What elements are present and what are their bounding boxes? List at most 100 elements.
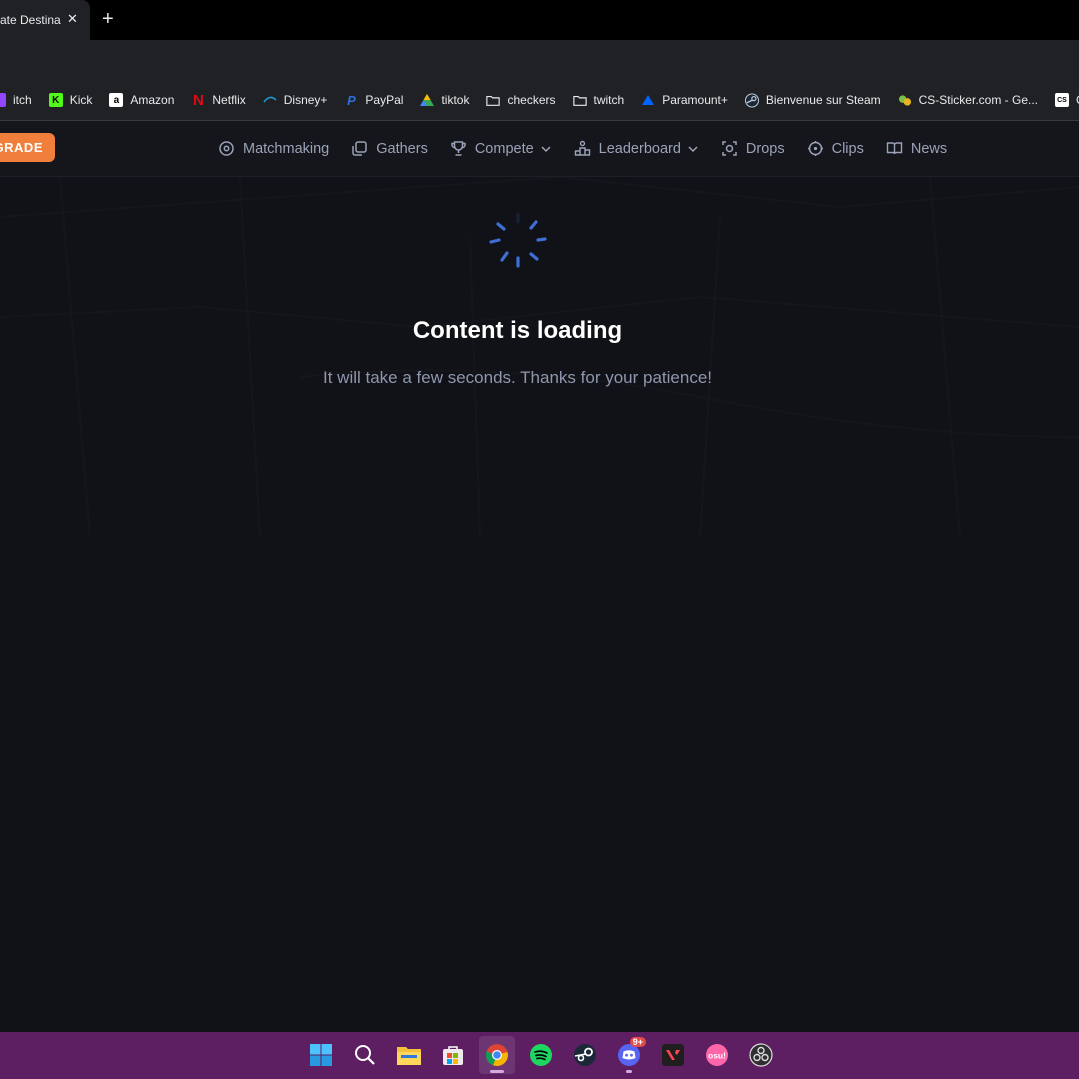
steam-icon [574,1044,596,1066]
nav-label: Matchmaking [243,140,330,157]
nav-label: News [910,140,948,157]
taskbar-steam[interactable] [567,1036,603,1074]
start-button[interactable] [303,1036,339,1074]
nav-clips[interactable]: Clips [807,140,864,157]
start-icon [310,1044,332,1066]
matchmaking-icon [219,141,234,156]
bookmark-twitch[interactable]: itch [0,93,32,107]
bookmark-tiktok[interactable]: tiktok [420,93,469,107]
nav-label: Leaderboard [598,140,681,157]
nav-news[interactable]: News [886,140,947,157]
bookmark-label: CS-Sticker.com - Ge... [918,93,1038,107]
chevron-down-icon [688,145,698,152]
bookmark-label: PayPal [365,93,404,107]
trophy-icon [451,141,466,156]
osu-icon: osu! [706,1044,728,1066]
taskbar-spotify[interactable] [523,1036,559,1074]
steam-icon [744,93,759,107]
main-content: Content is loading It will take a few se… [0,177,1079,1032]
taskbar: 9+ osu! [0,1032,1079,1079]
nav-label: Compete [474,140,534,157]
notification-badge: 9+ [629,1037,646,1047]
chrome-icon [485,1044,508,1067]
drops-icon [722,141,737,156]
cs-icon: CS [1055,93,1069,107]
upgrade-button[interactable]: GRADE [0,133,55,162]
folder-icon [486,93,501,107]
search-icon [355,1045,375,1065]
bookmark-label: itch [13,93,32,107]
nav-label: Clips [831,140,864,157]
twitch-icon [0,93,6,107]
nav-gathers[interactable]: Gathers [351,140,428,157]
bookmark-steam[interactable]: Bienvenue sur Steam [744,93,881,107]
bookmark-disney[interactable]: Disney+ [263,93,328,107]
bookmark-label: twitch [593,93,625,107]
drive-icon [420,93,435,107]
nav-matchmaking[interactable]: Matchmaking [218,140,329,157]
bookmark-netflix[interactable]: N Netflix [191,91,246,109]
kick-icon: K [48,93,63,107]
bookmark-amazon[interactable]: a Amazon [109,93,174,107]
browser-tab-strip: ate Destina ✕ + [0,0,1079,40]
taskbar-apps: 9+ osu! [303,1036,787,1074]
paramount-icon [641,93,655,107]
disney-icon [263,93,277,107]
bookmark-paramount[interactable]: Paramount+ [641,93,728,107]
nav-leaderboard[interactable]: Leaderboard [574,140,699,157]
bookmark-label: Kick [69,93,93,107]
netflix-icon: N [192,91,204,109]
sticker-icon [898,93,912,107]
valorant-icon [662,1044,684,1066]
browser-toolbar [0,40,1079,80]
taskbar-file-explorer[interactable] [391,1036,427,1074]
spotify-icon [530,1044,552,1066]
folder-icon [572,93,587,107]
bookmark-label: Netflix [212,93,246,107]
amazon-icon: a [109,93,124,107]
bookmark-kick[interactable]: K Kick [48,93,93,107]
osu-label: osu! [708,1051,726,1061]
nav-drops[interactable]: Drops [721,140,785,157]
tab-close-icon[interactable]: ✕ [67,11,78,27]
taskbar-osu[interactable]: osu! [699,1036,735,1074]
obs-icon [749,1043,773,1067]
taskbar-store[interactable] [435,1036,471,1074]
leaderboard-icon [574,140,590,156]
main-nav: Matchmaking Gathers Compete Leaderboard … [218,121,969,176]
bookmark-label: checkers [507,93,556,107]
loading-title: Content is loading [412,317,623,344]
taskbar-discord[interactable]: 9+ [611,1036,647,1074]
tab-title: ate Destina [0,13,61,27]
new-tab-button[interactable]: + [102,8,114,31]
news-icon [886,142,903,155]
active-indicator [490,1070,504,1073]
bookmark-cs[interactable]: CS Cu [1055,93,1079,107]
bookmark-folder-checkers[interactable]: checkers [486,93,556,107]
bookmark-label: Paramount+ [662,93,728,107]
store-icon [443,1046,463,1065]
clips-icon [807,141,823,156]
bookmark-folder-twitch[interactable]: twitch [572,93,625,107]
bookmarks-bar: itch K Kick a Amazon N Netflix Disney+ P… [0,80,1079,121]
file-explorer-icon [397,1047,421,1065]
bookmark-label: Bienvenue sur Steam [765,93,881,107]
bookmark-paypal[interactable]: P PayPal [344,92,404,108]
taskbar-valorant[interactable] [655,1036,691,1074]
browser-tab[interactable]: ate Destina ✕ [0,0,90,40]
loading-subtitle: It will take a few seconds. Thanks for y… [323,368,712,387]
running-indicator [626,1070,632,1073]
bookmark-label: Disney+ [283,93,328,107]
site-header: GRADE Matchmaking Gathers Compete Leader… [0,121,1079,177]
nav-label: Drops [745,140,785,157]
bookmark-cs-sticker[interactable]: CS-Sticker.com - Ge... [898,93,1038,107]
taskbar-chrome[interactable] [479,1036,515,1074]
paypal-icon: P [347,92,356,108]
nav-compete[interactable]: Compete [450,140,552,157]
bookmark-label: Amazon [130,93,175,107]
nav-label: Gathers [376,140,428,157]
taskbar-obs[interactable] [743,1036,779,1074]
gathers-icon [352,141,367,156]
taskbar-search[interactable] [347,1036,383,1074]
chevron-down-icon [541,145,551,152]
